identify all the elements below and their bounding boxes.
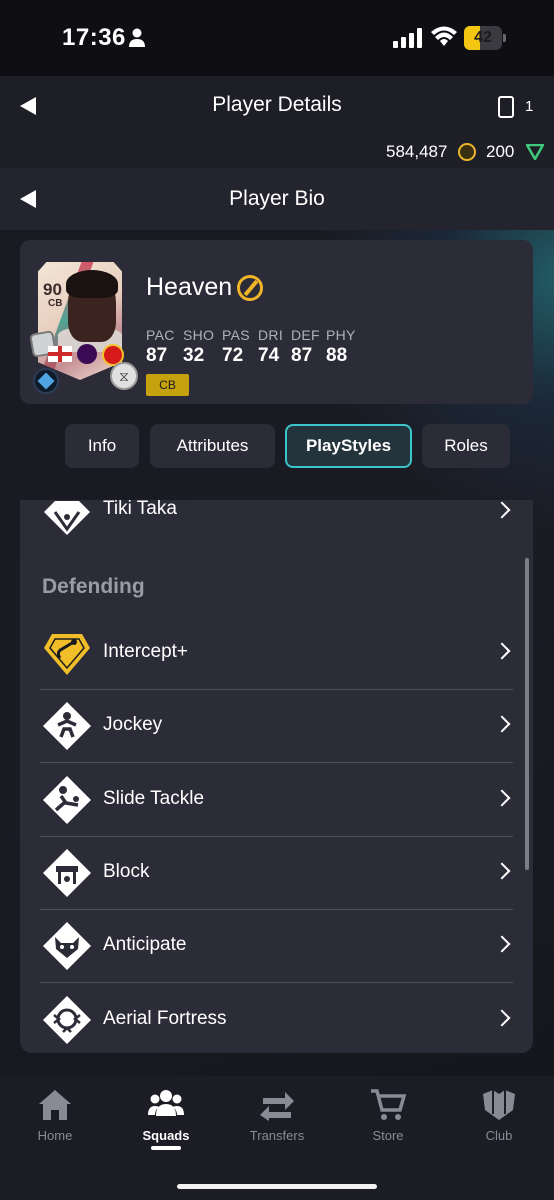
intercept-plus-icon xyxy=(44,634,90,675)
status-time: 17:36 xyxy=(62,24,126,51)
home-indicator[interactable] xyxy=(177,1184,377,1189)
section-heading-defending: Defending xyxy=(42,575,145,598)
tab-playstyles[interactable]: PlayStyles xyxy=(285,424,412,468)
league-badge-icon xyxy=(77,344,97,364)
dna-icon: ⧖ xyxy=(110,362,138,390)
card-rating: 90 xyxy=(43,280,62,299)
nation-flag-icon xyxy=(48,346,72,362)
person-icon xyxy=(129,28,145,47)
nav-transfers[interactable]: Transfers xyxy=(222,1088,332,1158)
chevron-right-icon xyxy=(493,789,511,807)
fc-points-icon xyxy=(526,144,544,160)
nav-home[interactable]: Home xyxy=(0,1088,110,1158)
stat-dri: DRI 74 xyxy=(258,327,284,366)
card-position: CB xyxy=(48,298,63,309)
nav-store[interactable]: Store xyxy=(333,1088,443,1158)
chevron-right-icon xyxy=(493,642,511,660)
stat-phy: PHY 88 xyxy=(326,327,356,366)
tab-attributes[interactable]: Attributes xyxy=(150,424,275,468)
list-item-block[interactable]: Block xyxy=(40,837,513,910)
signal-icon xyxy=(393,28,422,48)
aerial-fortress-icon xyxy=(43,996,91,1044)
chevron-right-icon xyxy=(493,862,511,880)
nav-club[interactable]: Club xyxy=(444,1088,554,1158)
home-icon xyxy=(39,1090,71,1120)
card-icon[interactable] xyxy=(498,96,514,118)
stat-pac: PAC 87 xyxy=(146,327,175,366)
block-icon xyxy=(43,849,91,897)
bottom-nav: Home Squads Transfers Store Club xyxy=(0,1076,554,1200)
stat-def: DEF 87 xyxy=(291,327,320,366)
tab-info[interactable]: Info xyxy=(65,424,139,468)
tab-roles[interactable]: Roles xyxy=(422,424,510,468)
chevron-right-icon xyxy=(493,935,511,953)
chevron-right-icon xyxy=(493,715,511,733)
section-title: Player Bio xyxy=(229,187,325,210)
evolution-icon xyxy=(237,275,263,301)
coin-icon xyxy=(458,143,476,161)
list-item-intercept-plus[interactable]: Intercept+ xyxy=(40,617,513,690)
player-bio-header: Player Bio xyxy=(0,168,554,230)
list-item-aerial-fortress[interactable]: Aerial Fortress xyxy=(40,984,513,1057)
chem-style-icon xyxy=(33,368,59,394)
battery-indicator: 42 xyxy=(464,26,508,50)
page-title: Player Details xyxy=(212,93,342,116)
player-details-header: Player Details 1 584,487 200 xyxy=(0,76,554,168)
stat-pas: PAS 72 xyxy=(222,327,250,366)
list-item-tiki-taka[interactable]: Tiki Taka xyxy=(40,473,513,563)
battery-level: 42 xyxy=(474,29,492,46)
club-icon xyxy=(483,1090,515,1120)
active-tab-indicator xyxy=(151,1146,181,1150)
squads-icon xyxy=(148,1090,184,1116)
tiki-taka-icon xyxy=(44,501,90,535)
list-item-anticipate[interactable]: Anticipate xyxy=(40,910,513,983)
wifi-icon xyxy=(431,26,457,46)
coins-balance: 584,487 xyxy=(386,142,448,161)
anticipate-icon xyxy=(43,922,91,970)
player-name: Heaven xyxy=(146,273,233,301)
list-item-jockey[interactable]: Jockey xyxy=(40,690,513,763)
card-count: 1 xyxy=(525,98,534,115)
player-summary-card: 90 CB xyxy=(20,240,533,404)
transfers-icon xyxy=(260,1092,294,1121)
position-chip: CB xyxy=(146,374,189,396)
chevron-right-icon xyxy=(493,501,511,519)
status-bar: 17:36 42 xyxy=(0,0,554,76)
scrollbar[interactable] xyxy=(525,558,529,870)
slide-tackle-icon xyxy=(43,776,91,824)
store-icon xyxy=(371,1089,406,1120)
list-item-slide-tackle[interactable]: Slide Tackle xyxy=(40,764,513,837)
jockey-icon xyxy=(43,702,91,750)
chevron-right-icon xyxy=(493,1009,511,1027)
stat-sho: SHO 32 xyxy=(183,327,215,366)
points-balance: 200 xyxy=(486,142,515,161)
